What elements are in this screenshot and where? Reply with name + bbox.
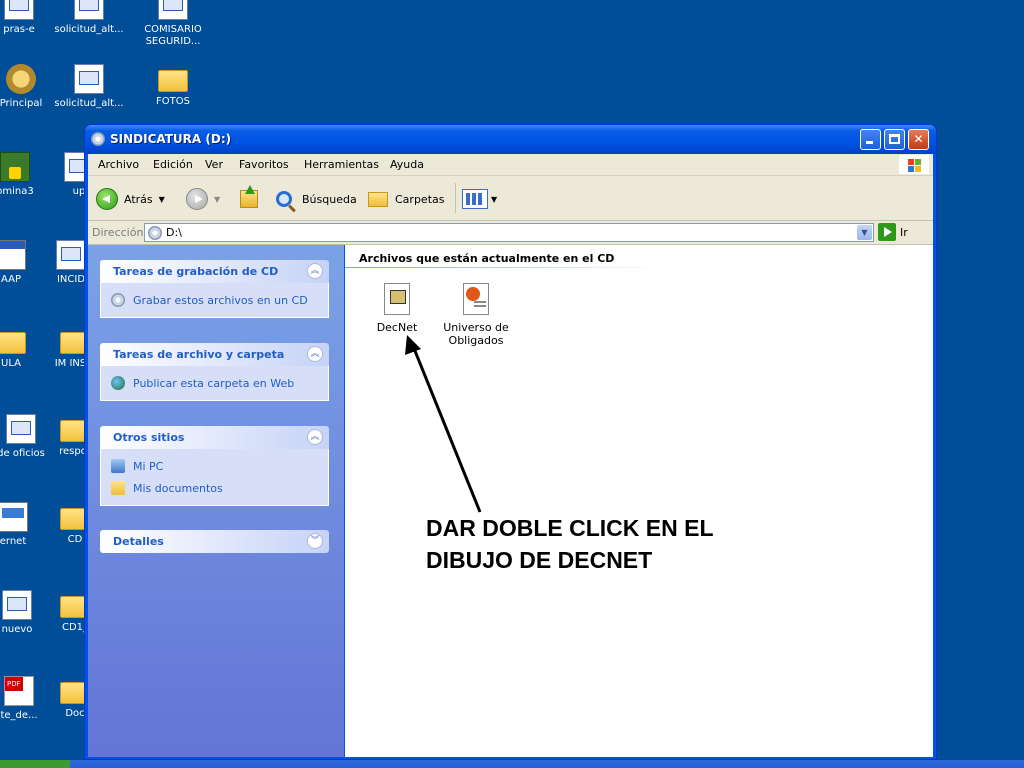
arrow-head	[405, 335, 421, 355]
instruction-line-1: DAR DOBLE CLICK EN EL	[426, 515, 714, 541]
instruction-callout: DAR DOBLE CLICK EN EL DIBUJO DE DECNET	[426, 512, 786, 576]
annotation-arrow	[405, 335, 482, 513]
arrow-line	[411, 345, 482, 513]
instruction-line-2: DIBUJO DE DECNET	[426, 547, 653, 573]
taskbar[interactable]	[0, 760, 1024, 768]
start-button[interactable]	[0, 760, 70, 768]
